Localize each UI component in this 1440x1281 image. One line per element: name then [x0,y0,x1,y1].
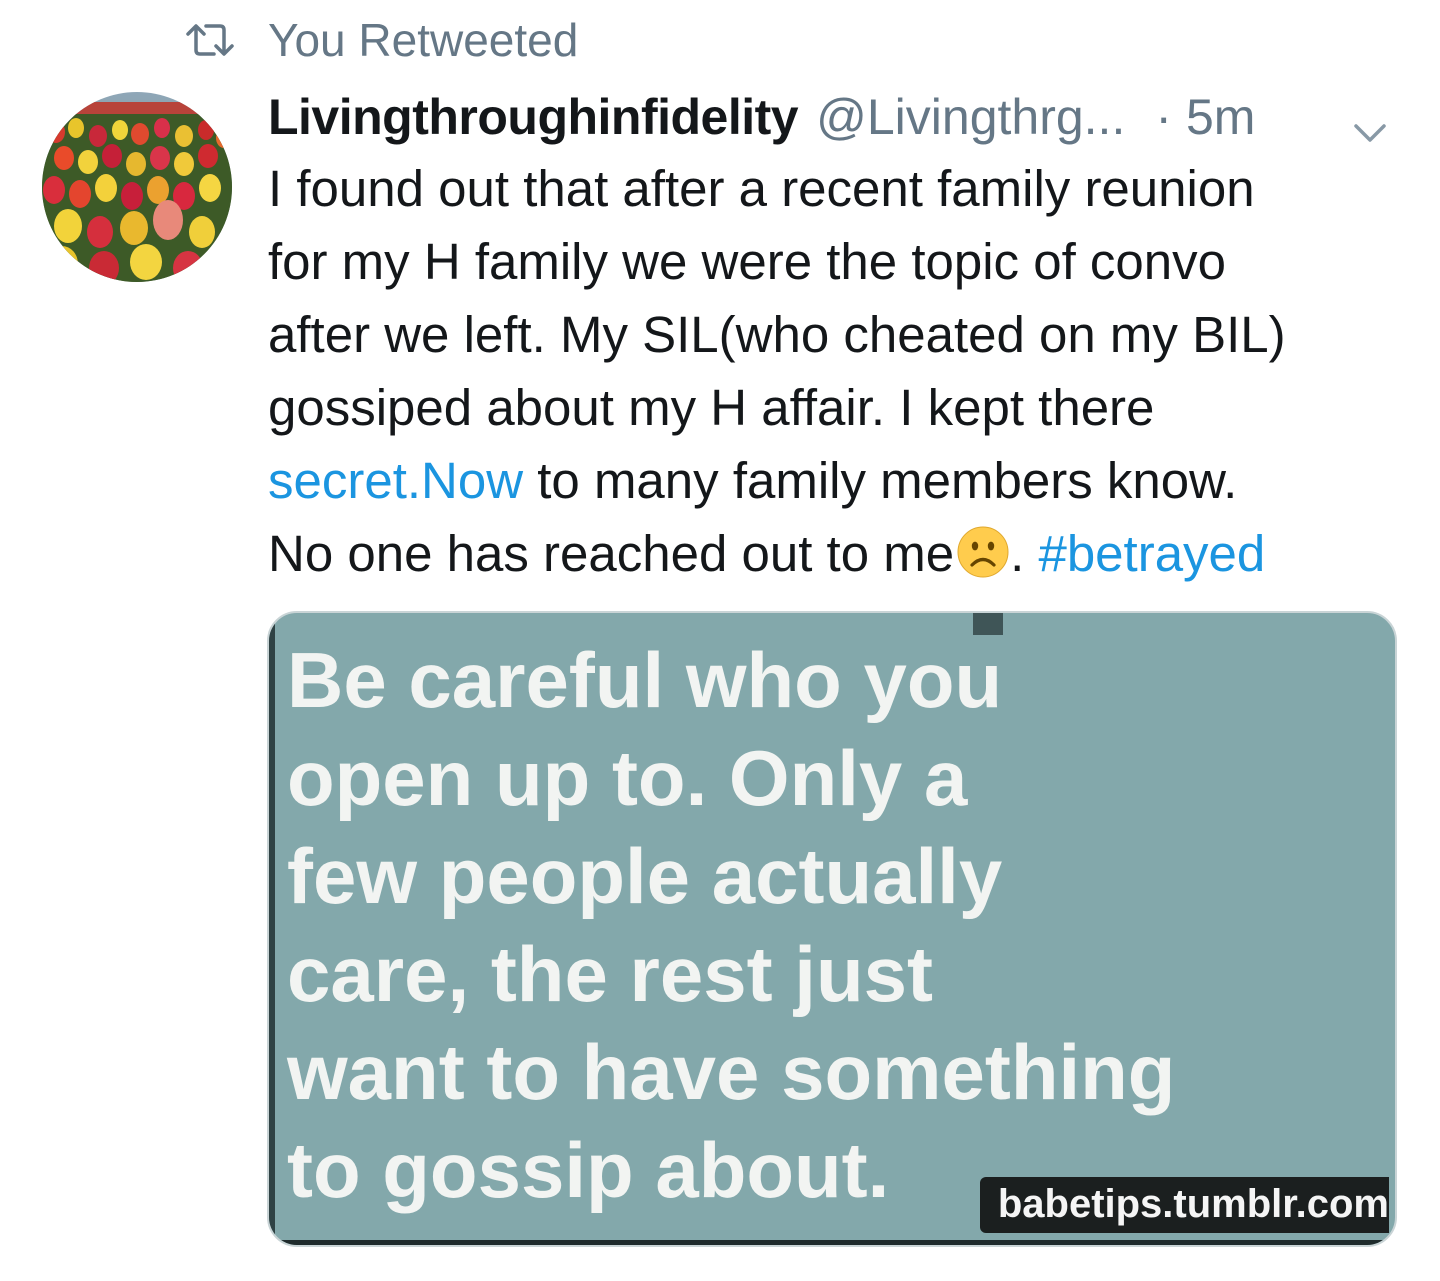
tweet-text-line: I found out that after a recent family r… [268,160,1255,217]
separator-dot: · [1155,89,1172,145]
retweet-label: You Retweeted [268,14,579,66]
quote-line: few people actually [287,832,1003,920]
quote-line: open up to. Only a [287,734,968,822]
tweet-header: Livingthroughinfidelity @Livingthrg... ·… [268,84,1418,150]
quote-line: Be careful who you [287,636,1003,724]
retweet-context: You Retweeted [186,12,578,68]
quote-line: care, the rest just [287,930,933,1018]
image-watermark: babetips.tumblr.com [979,1177,1389,1233]
hashtag-link[interactable]: #betrayed [1038,525,1265,582]
tweet-text-line: No one has reached out to me . #betrayed [268,517,1408,590]
quote-line: want to have something [287,1028,1176,1116]
media-edge [269,1240,1395,1245]
tweet-text-fragment: . [1010,525,1039,582]
tweet-text-fragment: No one has reached out to me [268,525,955,582]
chevron-down-icon[interactable] [1352,102,1388,142]
retweet-icon [186,20,234,60]
tweet-text: I found out that after a recent family r… [268,152,1408,590]
tweet-media-image[interactable]: Be careful who you open up to. Only a fe… [267,611,1397,1247]
timestamp[interactable]: 5m [1186,88,1255,146]
user-handle[interactable]: @Livingthrg... [816,88,1125,146]
quote-text: Be careful who you open up to. Only a fe… [287,631,1175,1219]
tweet-text-line: after we left. My SIL(who cheated on my … [268,306,1286,363]
frowning-face-emoji [956,525,1010,579]
media-edge [269,613,275,1245]
avatar[interactable] [42,92,232,282]
tulip-field-avatar [42,92,232,282]
tweet-text-line: for my H family we were the topic of con… [268,233,1227,290]
tweet-text-fragment: to many family members know. [523,452,1238,509]
display-name[interactable]: Livingthroughinfidelity [268,88,799,146]
tweet-text-line: gossiped about my H affair. I kept there [268,379,1155,436]
tweet-link[interactable]: secret.Now [268,452,523,509]
tweet-text-line: secret.Now to many family members know. [268,444,1408,517]
